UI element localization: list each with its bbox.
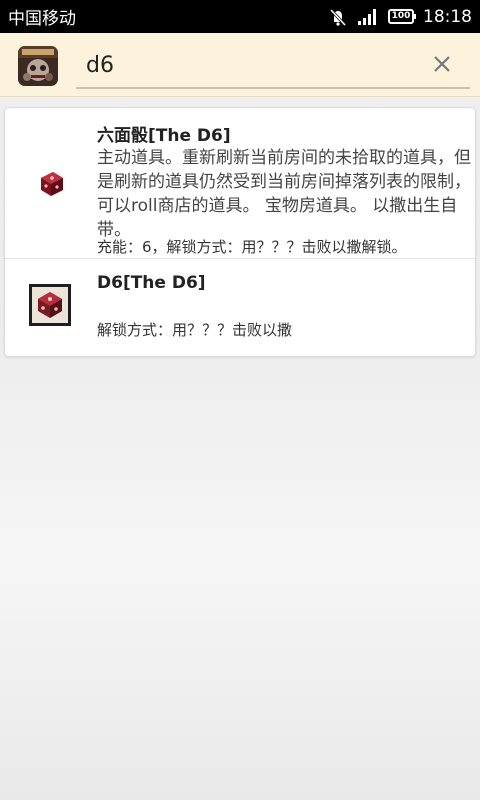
red-dice-icon bbox=[35, 166, 69, 200]
result-description: 主动道具。重新刷新当前房间的未拾取的道具，但是刷新的道具仍然受到当前房间掉落列表… bbox=[97, 148, 471, 240]
battery-icon: 100 bbox=[388, 9, 416, 24]
search-header bbox=[0, 33, 480, 97]
app-logo-icon[interactable] bbox=[18, 46, 58, 86]
search-field[interactable] bbox=[76, 43, 470, 89]
carrier-name: 中国移动 bbox=[8, 9, 76, 29]
close-icon[interactable] bbox=[430, 52, 454, 76]
result-item[interactable]: 六面骰[The D6] 主动道具。重新刷新当前房间的未拾取的道具，但是刷新的道具… bbox=[5, 108, 475, 259]
result-title: D6[The D6] bbox=[97, 273, 206, 293]
clock: 18:18 bbox=[423, 6, 472, 27]
search-input[interactable] bbox=[86, 47, 416, 83]
mute-icon bbox=[328, 7, 348, 27]
dice-card-icon bbox=[27, 282, 73, 328]
result-title: 六面骰[The D6] bbox=[97, 126, 231, 146]
status-bar: 中国移动 100 18:18 bbox=[0, 0, 480, 33]
result-meta: 解锁方式：用？？？击败以撒 bbox=[97, 321, 293, 339]
status-icons: 100 18:18 bbox=[328, 7, 472, 27]
search-results-card: 六面骰[The D6] 主动道具。重新刷新当前房间的未拾取的道具，但是刷新的道具… bbox=[4, 107, 476, 357]
signal-icon bbox=[357, 8, 379, 26]
result-item[interactable]: D6[The D6] 解锁方式：用？？？击败以撒 bbox=[5, 260, 475, 358]
result-meta: 充能：6，解锁方式：用？？？击败以撒解锁。 bbox=[97, 238, 407, 256]
